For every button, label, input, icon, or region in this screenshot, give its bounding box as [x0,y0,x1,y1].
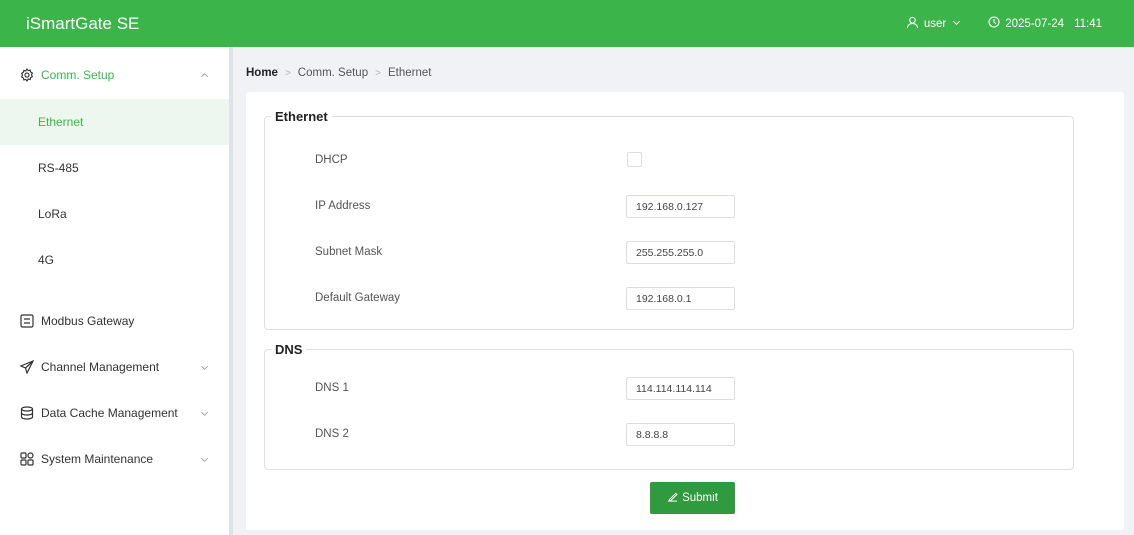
dhcp-label: DHCP [315,154,348,166]
sidebar-item-rs485[interactable]: RS-485 [0,145,229,191]
chevron-down-icon [200,453,209,467]
sidebar-item-ethernet[interactable]: Ethernet [0,99,229,145]
sidebar-item-comm-setup[interactable]: Comm. Setup [0,52,229,98]
top-header: iSmartGate SE user 2025-07-24 11:41 [0,0,1134,47]
dns2-label: DNS 2 [315,428,349,440]
ethernet-group: Ethernet DHCP IP Address Subnet Mask Def… [264,109,1074,330]
sidebar-divider[interactable] [229,47,233,535]
chevron-down-icon [200,361,209,375]
sidebar-item-label: RS-485 [38,161,79,175]
sidebar: Comm. Setup Ethernet RS-485 LoRa 4G Modb… [0,47,229,535]
dhcp-checkbox[interactable] [627,152,642,167]
ethernet-settings-card: Ethernet DHCP IP Address Subnet Mask Def… [246,92,1124,530]
dns2-input[interactable] [626,423,735,446]
default-gateway-label: Default Gateway [315,292,401,304]
paper-plane-icon [20,360,34,374]
chevron-up-icon [200,69,209,83]
sidebar-item-label: Ethernet [38,115,84,129]
breadcrumb-home[interactable]: Home [246,67,278,79]
clock: 2025-07-24 11:41 [988,16,1102,31]
sidebar-item-label: Channel Management [41,360,160,374]
breadcrumb-ethernet: Ethernet [387,67,432,79]
sidebar-item-label: 4G [38,253,55,267]
user-menu[interactable]: user [906,16,966,32]
dns1-label: DNS 1 [315,382,349,394]
sidebar-item-system-maintenance[interactable]: System Maintenance [0,436,229,482]
breadcrumb: Home > Comm. Setup > Ethernet [246,67,431,79]
sidebar-item-label: System Maintenance [41,452,154,466]
sidebar-item-label: Modbus Gateway [41,314,135,328]
subnet-mask-label: Subnet Mask [315,246,383,258]
chevron-right-icon: > [284,67,291,79]
sidebar-item-label: Data Cache Management [41,406,178,420]
clock-date: 2025-07-24 [1005,17,1065,30]
chevron-right-icon: > [375,67,381,79]
dns1-input[interactable] [626,377,735,400]
header-right: user 2025-07-24 11:41 [906,0,1134,47]
sidebar-item-label: Comm. Setup [41,68,115,82]
grid-icon [20,452,34,466]
sidebar-item-data-cache-management[interactable]: Data Cache Management [0,390,229,436]
default-gateway-input[interactable] [626,287,735,310]
app-title: iSmartGate SE [26,13,140,33]
ip-address-label: IP Address [315,200,371,212]
dns-legend: DNS [275,342,303,357]
gear-icon [20,68,34,82]
chevron-down-icon [952,18,966,30]
breadcrumb-comm-setup[interactable]: Comm. Setup [298,67,368,79]
user-icon [906,16,924,32]
sidebar-item-4g[interactable]: 4G [0,237,229,283]
sidebar-item-lora[interactable]: LoRa [0,191,229,237]
clock-icon [988,16,1005,31]
database-icon [20,406,34,420]
sidebar-item-modbus-gateway[interactable]: Modbus Gateway [0,298,229,344]
submit-icon [667,491,682,505]
ip-address-input[interactable] [626,195,735,218]
clock-time: 11:41 [1074,17,1102,30]
chevron-down-icon [200,407,209,421]
submit-label: Submit [682,492,718,504]
submit-button[interactable]: Submit [650,482,735,514]
subnet-mask-input[interactable] [626,241,735,264]
sidebar-item-label: LoRa [38,207,67,221]
sidebar-item-channel-management[interactable]: Channel Management [0,344,229,390]
ethernet-legend: Ethernet [275,109,328,124]
user-label: user [923,17,947,30]
gateway-icon [20,314,34,328]
dns-group: DNS DNS 1 DNS 2 [264,342,1074,470]
